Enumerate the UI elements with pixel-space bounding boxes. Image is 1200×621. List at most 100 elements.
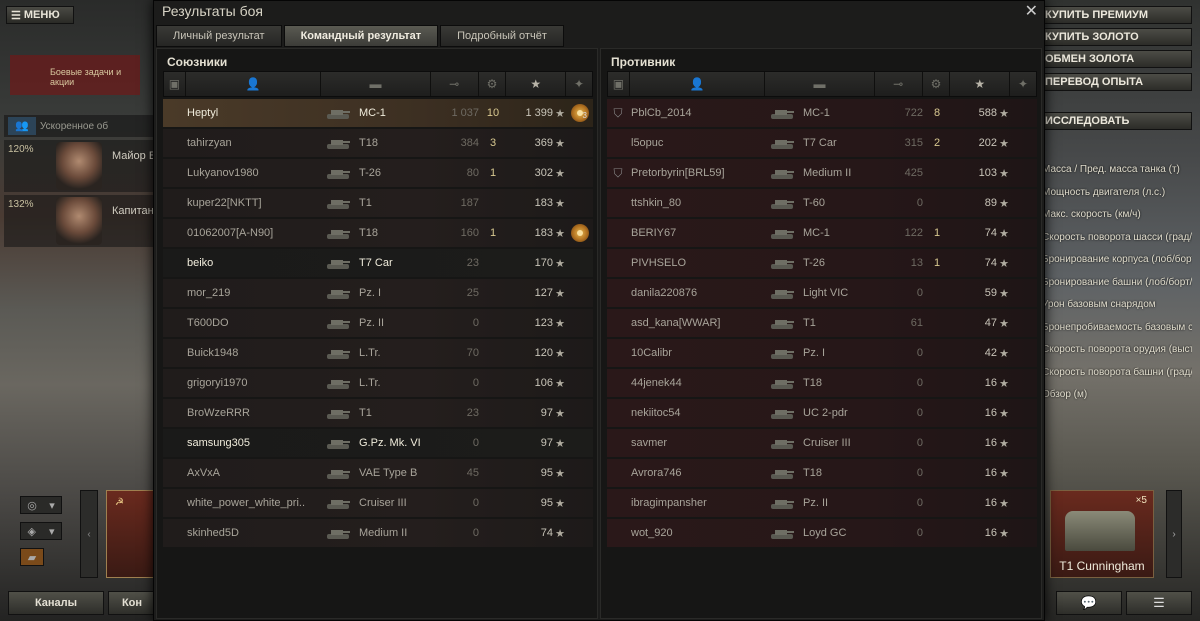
player-name[interactable]: wot_920 [629, 527, 765, 539]
medal-icon[interactable] [571, 224, 589, 242]
carousel-left-arrow[interactable]: ‹ [80, 490, 98, 578]
player-name[interactable]: asd_kana[WWAR] [629, 317, 765, 329]
table-row[interactable]: beiko T7 Car 23 170 ★ [163, 249, 593, 277]
tank-type-filter[interactable]: ▰ [20, 548, 44, 566]
player-name[interactable]: 01062007[A-N90] [185, 227, 321, 239]
player-name[interactable]: danila220876 [629, 287, 765, 299]
player-name[interactable]: BERIY67 [629, 227, 765, 239]
tank-column-icon[interactable]: ▬ [321, 72, 431, 96]
table-row[interactable]: ⛉ PblCb_2014 MC-1 722 8 588 ★ [607, 99, 1037, 127]
crew-icon[interactable]: 👥 [8, 117, 36, 135]
research-button[interactable]: ИССЛЕДОВАТЬ [1040, 112, 1192, 130]
table-row[interactable]: 44jenek44 T18 0 16 ★ [607, 369, 1037, 397]
xp-column-icon[interactable]: ★ [950, 72, 1011, 96]
player-name[interactable]: white_power_white_pri.. [185, 497, 321, 509]
close-icon[interactable]: ✕ [1025, 1, 1038, 21]
table-row[interactable]: Avrora746 T18 0 16 ★ [607, 459, 1037, 487]
table-row[interactable]: PIVHSELO T-26 13 1 74 ★ [607, 249, 1037, 277]
player-column-icon[interactable]: 👤 [630, 72, 766, 96]
chat-button[interactable]: 💬 [1056, 591, 1122, 615]
player-name[interactable]: Heptyl [185, 107, 321, 119]
player-name[interactable]: savmer [629, 437, 765, 449]
contacts-button[interactable]: Кон [108, 591, 156, 615]
server-select[interactable]: ◎ ▾ [20, 496, 62, 514]
carousel-tank-slot[interactable]: ☭ [106, 490, 155, 578]
player-name[interactable]: BroWzeRRR [185, 407, 321, 419]
exchange-gold-button[interactable]: ОБМЕН ЗОЛОТА [1040, 50, 1192, 68]
squad-column-icon[interactable]: ▣ [164, 72, 186, 96]
table-row[interactable]: danila220876 Light VIC 0 59 ★ [607, 279, 1037, 307]
tab-team[interactable]: Командный результат [283, 25, 439, 47]
player-name[interactable]: T600DO [185, 317, 321, 329]
player-name[interactable]: 10Calibr [629, 347, 765, 359]
buy-premium-button[interactable]: КУПИТЬ ПРЕМИУМ [1040, 6, 1192, 24]
missions-banner[interactable]: Боевые задачи и акции [10, 55, 140, 95]
player-name[interactable]: skinhed5D [185, 527, 321, 539]
table-row[interactable]: mor_219 Pz. I 25 127 ★ [163, 279, 593, 307]
table-row[interactable]: grigoryi1970 L.Tr. 0 106 ★ [163, 369, 593, 397]
notifications-button[interactable]: ☰ [1126, 591, 1192, 615]
table-row[interactable]: wot_920 Loyd GC 0 16 ★ [607, 519, 1037, 547]
player-name[interactable]: AxVxA [185, 467, 321, 479]
player-name[interactable]: ibragimpansher [629, 497, 765, 509]
table-row[interactable]: ttshkin_80 T-60 0 89 ★ [607, 189, 1037, 217]
carousel-right-arrow[interactable]: › [1166, 490, 1182, 578]
kills-column-icon[interactable]: ⚙ [923, 72, 951, 96]
player-name[interactable]: grigoryi1970 [185, 377, 321, 389]
table-row[interactable]: nekiitoc54 UC 2-pdr 0 16 ★ [607, 399, 1037, 427]
tab-detailed[interactable]: Подробный отчёт [440, 25, 564, 47]
damage-column-icon[interactable]: ⊸ [875, 72, 923, 96]
table-row[interactable]: kuper22[NKTT] T1 187 183 ★ [163, 189, 593, 217]
menu-button[interactable]: ☰ МЕНЮ [6, 6, 74, 24]
nation-filter-select[interactable]: ◈ ▾ [20, 522, 62, 540]
damage-column-icon[interactable]: ⊸ [431, 72, 479, 96]
table-row[interactable]: ibragimpansher Pz. II 0 16 ★ [607, 489, 1037, 517]
player-name[interactable]: Pretorbyrin[BRL59] [629, 167, 765, 179]
table-row[interactable]: BERIY67 MC-1 122 1 74 ★ [607, 219, 1037, 247]
player-name[interactable]: Lukyanov1980 [185, 167, 321, 179]
player-name[interactable]: beiko [185, 257, 321, 269]
player-name[interactable]: 44jenek44 [629, 377, 765, 389]
table-row[interactable]: AxVxA VAE Type B 45 95 ★ [163, 459, 593, 487]
crew-member-card[interactable]: 120% Майор Б [4, 140, 156, 192]
player-column-icon[interactable]: 👤 [186, 72, 322, 96]
table-row[interactable]: BroWzeRRR T1 23 97 ★ [163, 399, 593, 427]
xp-column-icon[interactable]: ★ [506, 72, 567, 96]
selected-tank-card[interactable]: ×5 T1 Cunningham [1050, 490, 1154, 578]
medal-column-icon[interactable]: ✦ [1010, 72, 1036, 96]
player-name[interactable]: mor_219 [185, 287, 321, 299]
medal-column-icon[interactable]: ✦ [566, 72, 592, 96]
table-row[interactable]: tahirzyan T18 384 3 369 ★ [163, 129, 593, 157]
squad-column-icon[interactable]: ▣ [608, 72, 630, 96]
player-name[interactable]: l5opuc [629, 137, 765, 149]
tank-column-icon[interactable]: ▬ [765, 72, 875, 96]
table-row[interactable]: samsung305 G.Pz. Mk. VI 0 97 ★ [163, 429, 593, 457]
medal-icon[interactable]: 3 [571, 104, 589, 122]
table-row[interactable]: Lukyanov1980 T-26 80 1 302 ★ [163, 159, 593, 187]
table-row[interactable]: skinhed5D Medium II 0 74 ★ [163, 519, 593, 547]
convert-xp-button[interactable]: ПЕРЕВОД ОПЫТА [1040, 73, 1192, 91]
player-name[interactable]: Avrora746 [629, 467, 765, 479]
table-row[interactable]: white_power_white_pri.. Cruiser III 0 95 ★ [163, 489, 593, 517]
player-name[interactable]: kuper22[NKTT] [185, 197, 321, 209]
table-row[interactable]: 01062007[A-N90] T18 160 1 183 ★ [163, 219, 593, 247]
table-row[interactable]: T600DO Pz. II 0 123 ★ [163, 309, 593, 337]
table-row[interactable]: Buick1948 L.Tr. 70 120 ★ [163, 339, 593, 367]
table-row[interactable]: savmer Cruiser III 0 16 ★ [607, 429, 1037, 457]
table-row[interactable]: ⛉ Pretorbyrin[BRL59] Medium II 425 103 ★ [607, 159, 1037, 187]
kills-column-icon[interactable]: ⚙ [479, 72, 507, 96]
tab-personal[interactable]: Личный результат [156, 25, 282, 47]
table-row[interactable]: Heptyl MC-1 1 037 10 1 399 ★ 3 [163, 99, 593, 127]
player-name[interactable]: tahirzyan [185, 137, 321, 149]
player-name[interactable]: Buick1948 [185, 347, 321, 359]
table-row[interactable]: asd_kana[WWAR] T1 61 47 ★ [607, 309, 1037, 337]
buy-gold-button[interactable]: КУПИТЬ ЗОЛОТО [1040, 28, 1192, 46]
channels-button[interactable]: Каналы [8, 591, 104, 615]
table-row[interactable]: l5opuc T7 Car 315 2 202 ★ [607, 129, 1037, 157]
crew-member-card[interactable]: 132% Капитан [4, 195, 154, 247]
player-name[interactable]: samsung305 [185, 437, 321, 449]
player-name[interactable]: ttshkin_80 [629, 197, 765, 209]
table-row[interactable]: 10Calibr Pz. I 0 42 ★ [607, 339, 1037, 367]
player-name[interactable]: PIVHSELO [629, 257, 765, 269]
player-name[interactable]: PblCb_2014 [629, 107, 765, 119]
